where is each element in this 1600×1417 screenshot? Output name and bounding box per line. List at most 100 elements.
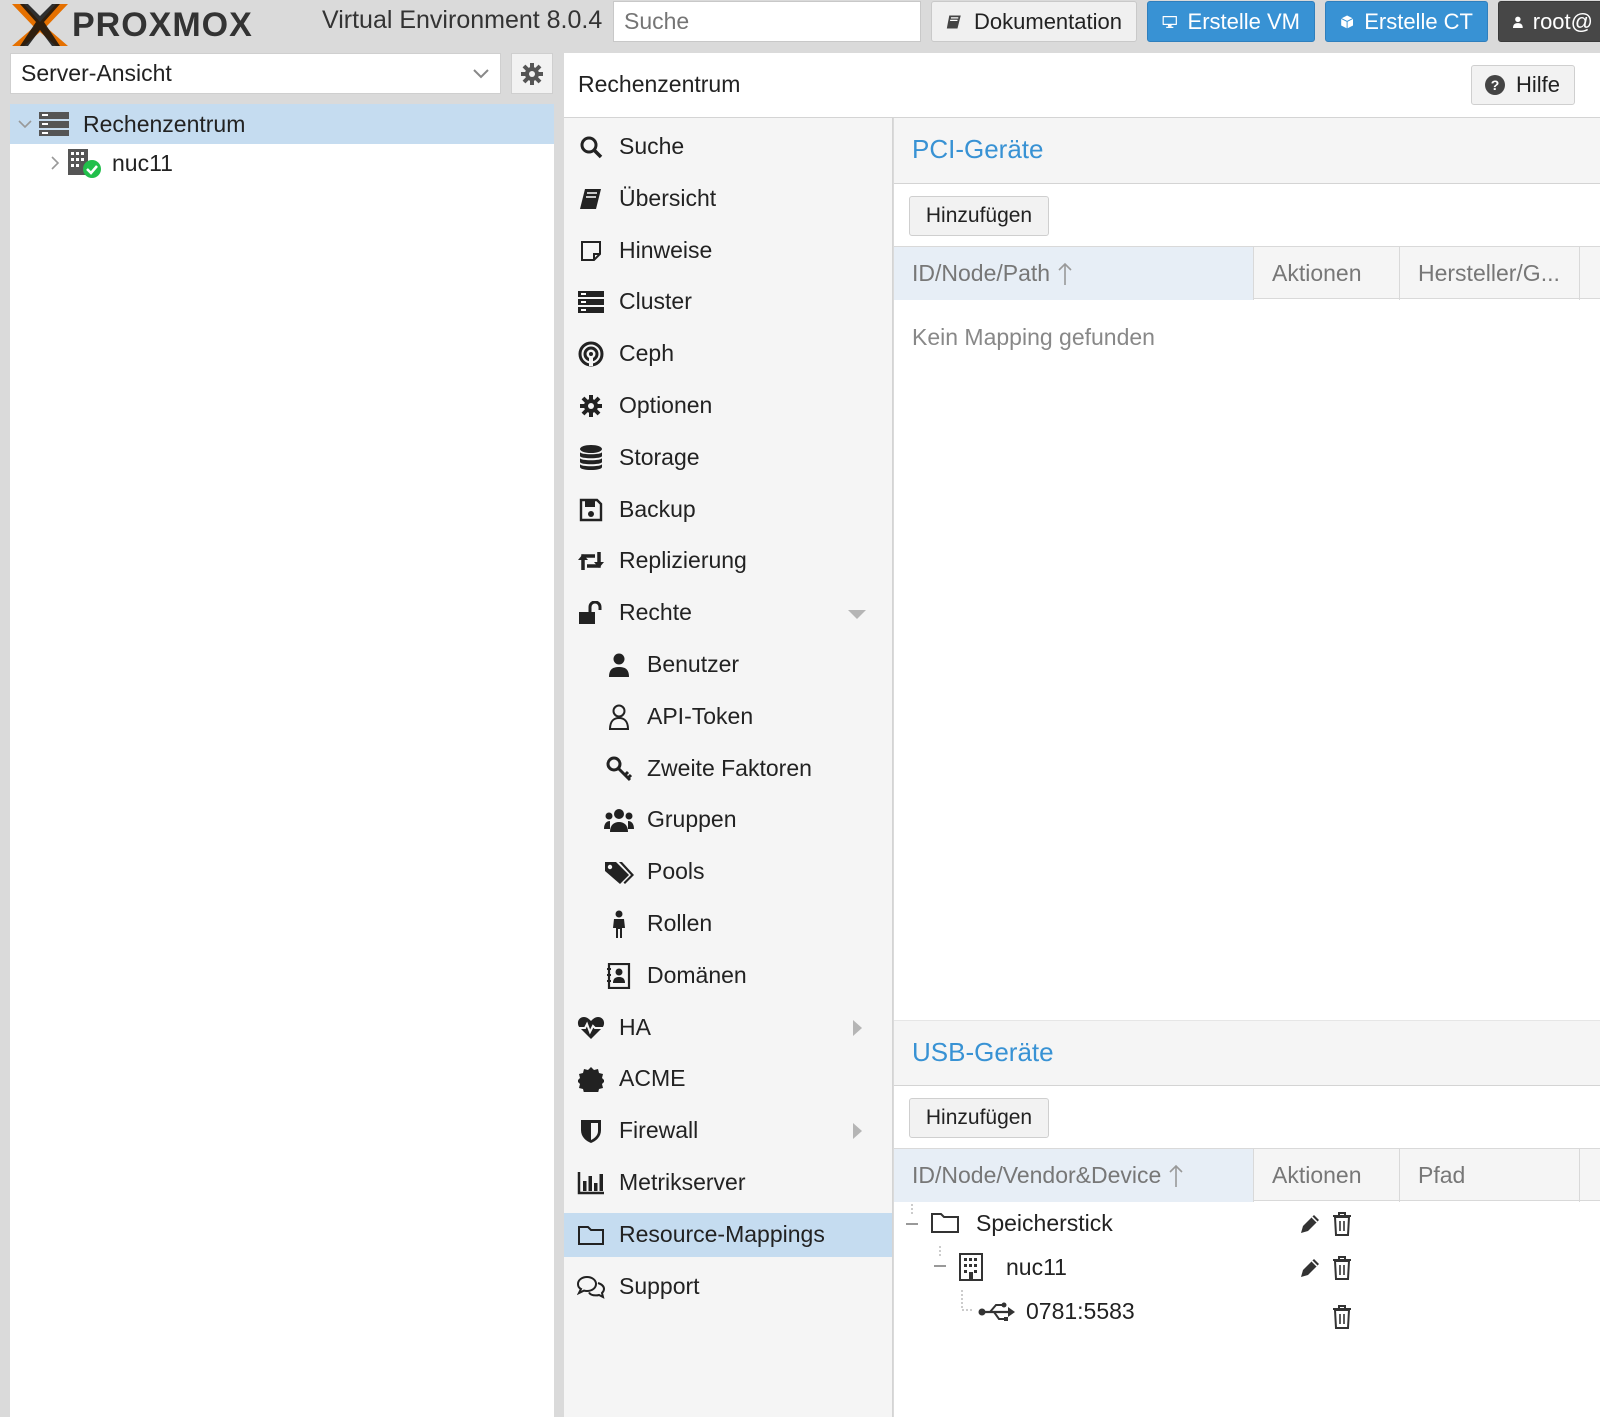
sticky-note-icon — [576, 236, 606, 266]
gear-icon — [576, 391, 606, 421]
help-label: Hilfe — [1516, 72, 1561, 97]
usb-icon — [978, 1302, 1015, 1321]
pci-empty-message: Kein Mapping gefunden — [912, 324, 1155, 350]
desktop-icon — [1162, 15, 1177, 28]
proxmox-x-logo-icon — [12, 4, 68, 46]
caret-down-icon[interactable] — [848, 610, 866, 620]
nav-item-storage[interactable]: Storage — [564, 436, 892, 480]
pci-col-actions[interactable]: Aktionen — [1254, 247, 1400, 300]
nav-item-hinweise[interactable]: Hinweise — [564, 229, 892, 273]
create-ct-button[interactable]: Erstelle CT — [1325, 1, 1488, 42]
view-settings-button[interactable] — [511, 53, 553, 94]
floppy-icon — [576, 495, 606, 525]
caret-right-icon[interactable] — [853, 1123, 862, 1140]
nav-item-support[interactable]: Support — [564, 1265, 892, 1309]
heartbeat-icon — [576, 1013, 606, 1043]
sort-asc-icon — [1169, 1164, 1183, 1187]
users-icon — [604, 805, 634, 835]
trash-icon[interactable] — [1330, 1211, 1354, 1237]
nav-item-label: Pools — [647, 858, 705, 885]
folder-icon — [576, 1220, 606, 1250]
tags-icon — [604, 857, 634, 887]
nav-item-suche[interactable]: Suche — [564, 125, 892, 169]
sort-asc-icon — [1058, 262, 1072, 285]
usb-tree-row[interactable]: 0781:5583 — [894, 1290, 1600, 1334]
user-menu-button[interactable]: root@ — [1498, 1, 1600, 42]
pci-col-vendor[interactable]: Hersteller/G... — [1400, 247, 1580, 300]
nav-item-cluster[interactable]: Cluster — [564, 280, 892, 324]
retweet-icon — [576, 546, 606, 576]
pci-add-button[interactable]: Hinzufügen — [909, 196, 1049, 236]
usb-col-actions[interactable]: Aktionen — [1254, 1149, 1400, 1202]
nav-item-label: Rechte — [619, 599, 692, 626]
nav-item-label: Replizierung — [619, 547, 747, 574]
usb-grid-header: ID/Node/Vendor&Device Aktionen Pfad — [894, 1148, 1600, 1202]
nav-item-resource-mappings[interactable]: Resource-Mappings — [564, 1212, 892, 1257]
svg-text:?: ? — [1491, 77, 1500, 93]
tree-item-nuc11[interactable]: nuc11 — [10, 143, 554, 183]
nav-item-label: HA — [619, 1013, 651, 1040]
trash-icon[interactable] — [1330, 1304, 1354, 1330]
ceph-icon — [576, 339, 606, 369]
usb-row-label: 0781:5583 — [1026, 1298, 1135, 1324]
usb-tree-row[interactable]: nuc11 — [894, 1246, 1600, 1290]
nav-item-label: Backup — [619, 495, 696, 522]
nav-item-rollen[interactable]: Rollen — [564, 902, 892, 946]
create-vm-button[interactable]: Erstelle VM — [1147, 1, 1315, 42]
collapse-toggle-icon[interactable] — [904, 1204, 920, 1238]
usb-tree-row[interactable]: Speicherstick — [894, 1202, 1600, 1246]
nav-item-acme[interactable]: ACME — [564, 1057, 892, 1101]
unlock-icon — [576, 598, 606, 628]
help-button[interactable]: ? Hilfe — [1471, 65, 1575, 105]
nav-item-api-token[interactable]: API-Token — [564, 695, 892, 739]
gear-icon — [521, 62, 543, 85]
column-label: ID/Node/Path — [912, 260, 1051, 286]
caret-right-icon[interactable] — [853, 1019, 862, 1036]
nav-item-metrikserver[interactable]: Metrikserver — [564, 1161, 892, 1205]
nav-item-label: Hinweise — [619, 236, 713, 263]
usb-row-label: Speicherstick — [976, 1210, 1113, 1236]
nav-item-firewall[interactable]: Firewall — [564, 1109, 892, 1153]
usb-col-id-node-device[interactable]: ID/Node/Vendor&Device — [894, 1149, 1254, 1202]
folder-icon — [931, 1213, 959, 1233]
pci-section-title: PCI-Geräte — [912, 134, 1044, 164]
nav-item-rechte[interactable]: Rechte — [564, 591, 892, 635]
usb-col-path[interactable]: Pfad — [1400, 1149, 1580, 1202]
nav-item-label: Übersicht — [619, 184, 717, 211]
documentation-label: Dokumentation — [974, 8, 1122, 34]
nav-item-benutzer[interactable]: Benutzer — [564, 643, 892, 687]
building-icon — [959, 1253, 983, 1281]
usb-section-header: USB-Geräte — [894, 1020, 1600, 1086]
edit-icon[interactable] — [1298, 1255, 1322, 1281]
nav-item-ceph[interactable]: Ceph — [564, 332, 892, 376]
edit-icon[interactable] — [1298, 1211, 1322, 1237]
resource-mappings-panel: PCI-Geräte Hinzufügen ID/Node/Path Aktio… — [894, 118, 1600, 1417]
nav-item-label: Firewall — [619, 1117, 699, 1144]
nav-item-domänen[interactable]: Domänen — [564, 954, 892, 998]
create-vm-label: Erstelle VM — [1187, 8, 1300, 34]
documentation-button[interactable]: Dokumentation — [931, 1, 1137, 42]
tree-item-datacenter[interactable]: Rechenzentrum — [10, 104, 554, 144]
cube-icon — [1340, 14, 1354, 29]
datacenter-icon — [39, 112, 69, 136]
tree-item-label: nuc11 — [112, 149, 173, 176]
user-icon — [604, 650, 634, 680]
nav-item-pools[interactable]: Pools — [564, 850, 892, 894]
nav-item-label: Ceph — [619, 340, 674, 367]
expand-arrow-icon[interactable] — [50, 156, 60, 170]
nav-item-optionen[interactable]: Optionen — [564, 384, 892, 428]
nav-item-zweite-faktoren[interactable]: Zweite Faktoren — [564, 747, 892, 791]
nav-item-übersicht[interactable]: Übersicht — [564, 177, 892, 221]
nav-item-ha[interactable]: HA — [564, 1006, 892, 1050]
nav-item-replizierung[interactable]: Replizierung — [564, 539, 892, 583]
trash-icon[interactable] — [1330, 1255, 1354, 1281]
view-select[interactable]: Server-Ansicht — [10, 53, 501, 94]
collapse-arrow-icon[interactable] — [18, 119, 32, 129]
nav-item-gruppen[interactable]: Gruppen — [564, 798, 892, 842]
usb-add-button[interactable]: Hinzufügen — [909, 1098, 1049, 1138]
pci-col-id-node-path[interactable]: ID/Node/Path — [894, 247, 1254, 300]
usb-section-title: USB-Geräte — [912, 1037, 1054, 1067]
nav-item-backup[interactable]: Backup — [564, 488, 892, 532]
create-ct-label: Erstelle CT — [1364, 8, 1473, 34]
search-input[interactable] — [613, 1, 921, 42]
